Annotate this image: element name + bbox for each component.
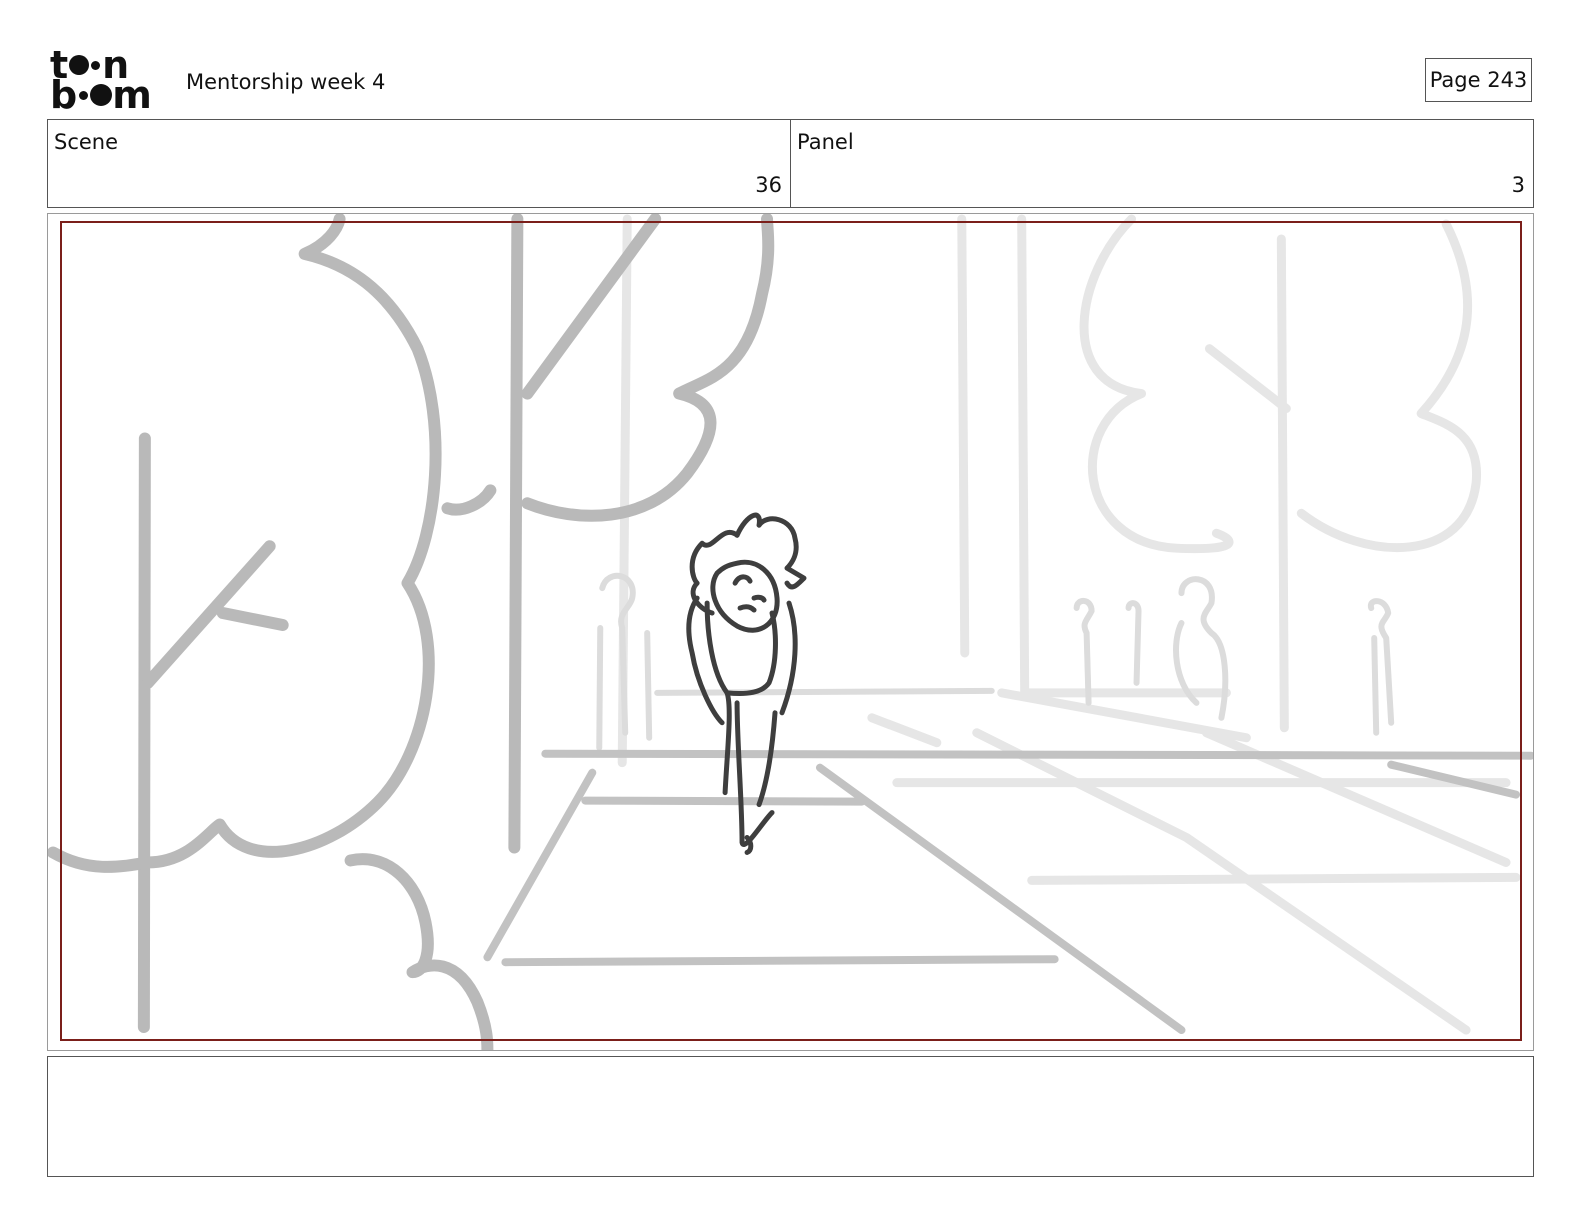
notes-box[interactable] xyxy=(47,1056,1534,1177)
storyboard-panel xyxy=(47,213,1534,1051)
panel-label: Panel xyxy=(797,130,854,154)
panel-value: 3 xyxy=(1511,173,1525,197)
toon-boom-logo: t n b m xyxy=(50,43,152,117)
panel-cell: Panel 3 xyxy=(790,120,1533,207)
page-number: Page 243 xyxy=(1425,58,1532,102)
scene-value: 36 xyxy=(755,173,782,197)
scene-cell: Scene 36 xyxy=(48,120,790,207)
scene-label: Scene xyxy=(54,130,119,154)
document-title: Mentorship week 4 xyxy=(186,70,386,94)
safe-area-frame xyxy=(60,221,1522,1041)
scene-panel-info: Scene 36 Panel 3 xyxy=(47,119,1534,208)
